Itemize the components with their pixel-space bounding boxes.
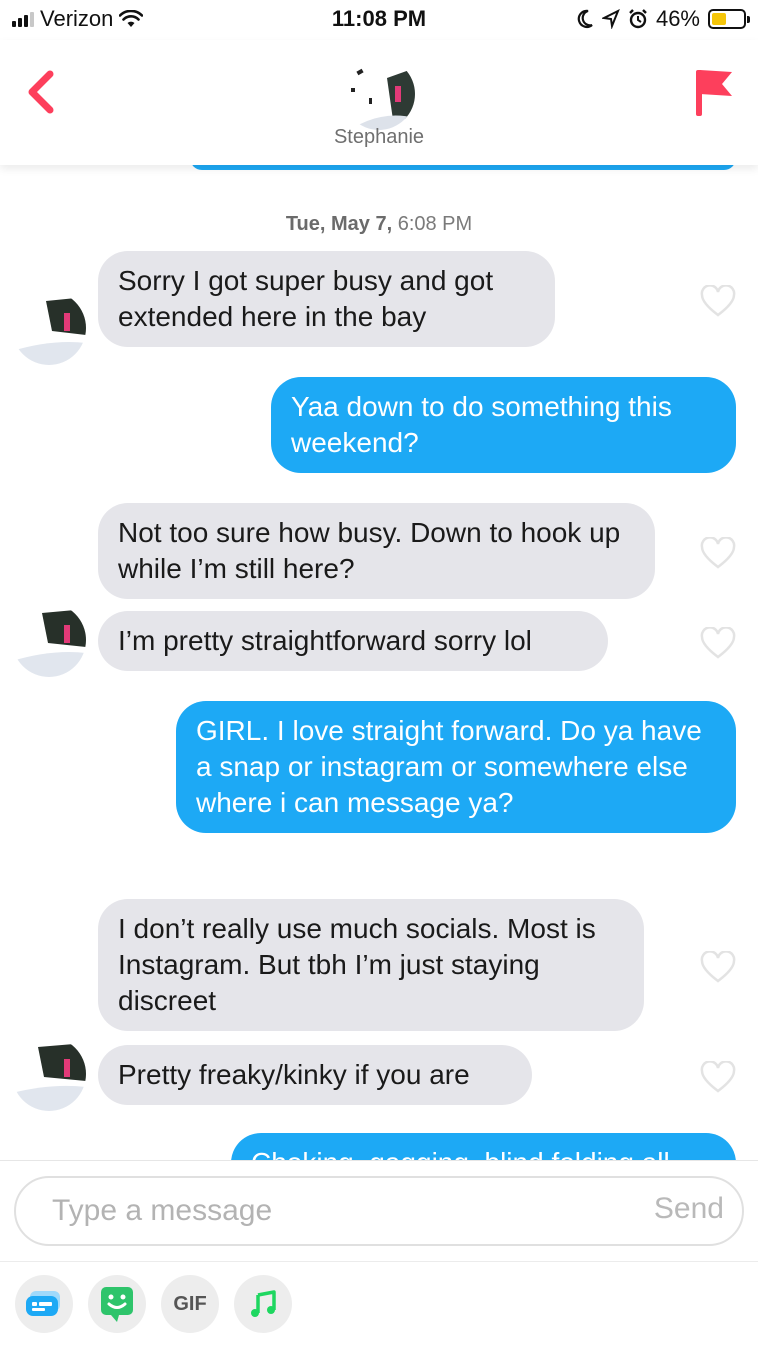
incoming-message[interactable]: I’m pretty straightforward sorry lol [98, 611, 608, 671]
message-input-container: Send [14, 1176, 744, 1246]
incoming-message[interactable]: Not too sure how busy. Down to hook up w… [98, 503, 655, 599]
message-input[interactable] [52, 1188, 572, 1234]
profile-photo [12, 603, 86, 677]
sender-avatar[interactable] [12, 1037, 86, 1111]
bitmoji-button[interactable] [88, 1275, 146, 1333]
battery-icon [708, 9, 750, 29]
gif-label: GIF [173, 1292, 207, 1315]
sender-avatar[interactable] [12, 603, 86, 677]
message-composer: Send GIF [0, 1160, 758, 1348]
incoming-message[interactable]: I don’t really use much socials. Most is… [98, 899, 644, 1031]
location-icon [601, 9, 620, 29]
status-bar: Verizon 11:08 PM 46% [0, 0, 758, 40]
alarm-icon [629, 9, 647, 29]
divider [0, 1261, 758, 1262]
send-button[interactable]: Send [654, 1192, 724, 1226]
profile-photo [12, 291, 86, 365]
contact-avatar[interactable] [343, 58, 415, 130]
chevron-left-icon [28, 70, 54, 114]
report-button[interactable] [692, 66, 736, 118]
connection-button[interactable] [15, 1275, 73, 1333]
heart-icon[interactable] [700, 627, 736, 659]
smile-sticker-icon [101, 1287, 133, 1322]
message-timestamp: Tue, May 7, 6:08 PM [0, 213, 758, 236]
music-button[interactable] [234, 1275, 292, 1333]
timestamp-time: 6:08 PM [397, 213, 473, 235]
outgoing-message[interactable]: Choking, gagging, blind folding all [231, 1133, 736, 1160]
timestamp-day: Tue, May 7, [285, 213, 393, 235]
profile-photo [12, 1037, 86, 1111]
heart-icon[interactable] [700, 951, 736, 983]
moon-icon [577, 9, 593, 28]
heart-icon[interactable] [700, 1061, 736, 1093]
sender-avatar[interactable] [12, 291, 86, 365]
contact-name: Stephanie [333, 126, 425, 148]
incoming-message[interactable]: Sorry I got super busy and got extended … [98, 251, 555, 347]
heart-icon[interactable] [700, 285, 736, 317]
chat-header: Stephanie [0, 40, 758, 165]
outgoing-message[interactable]: Yaa down to do something this weekend? [271, 377, 736, 473]
music-note-icon [251, 1290, 276, 1317]
incoming-message[interactable]: Pretty freaky/kinky if you are [98, 1045, 532, 1105]
back-button[interactable] [22, 64, 62, 120]
battery-level [712, 13, 726, 25]
gif-button[interactable]: GIF [161, 1275, 219, 1333]
message-list[interactable]: Tue, May 7, 6:08 PM Sorry I got super bu… [0, 165, 758, 1160]
flag-icon [696, 70, 732, 116]
battery-percent: 46% [655, 6, 700, 31]
chat-cards-icon [26, 1291, 60, 1316]
profile-photo [343, 58, 415, 130]
heart-icon[interactable] [700, 537, 736, 569]
outgoing-message[interactable]: GIRL. I love straight forward. Do ya hav… [176, 701, 736, 833]
